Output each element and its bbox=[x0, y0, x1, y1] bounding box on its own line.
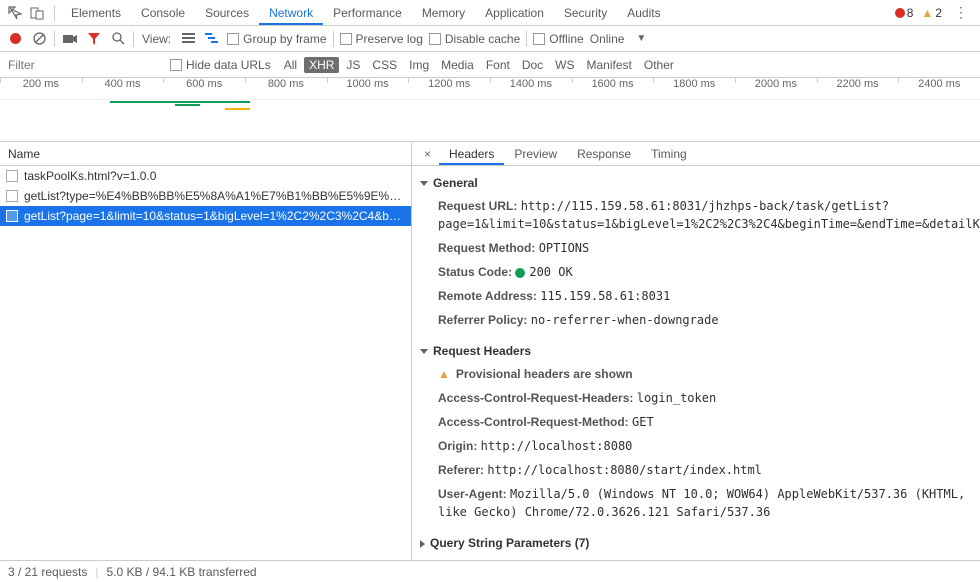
filter-type-other[interactable]: Other bbox=[639, 58, 679, 72]
filter-type-css[interactable]: CSS bbox=[367, 58, 402, 72]
timeline-tick: 2400 ms bbox=[898, 78, 980, 99]
devtools-tab-audits[interactable]: Audits bbox=[617, 1, 670, 25]
camera-icon[interactable] bbox=[61, 34, 79, 44]
referrer-policy-value: no-referrer-when-downgrade bbox=[531, 313, 719, 327]
close-detail-icon[interactable]: × bbox=[416, 147, 439, 161]
provisional-warning: Provisional headers are shown bbox=[456, 367, 633, 381]
timeline-tick: 1400 ms bbox=[490, 78, 572, 99]
file-icon bbox=[6, 210, 18, 222]
timeline-tick: 2000 ms bbox=[735, 78, 817, 99]
filter-type-xhr[interactable]: XHR bbox=[304, 57, 339, 73]
request-count: 3 / 21 requests bbox=[8, 565, 87, 579]
search-icon[interactable] bbox=[109, 32, 127, 45]
filter-type-ws[interactable]: WS bbox=[550, 58, 579, 72]
throttle-select[interactable]: Online bbox=[590, 32, 625, 46]
devtools-tab-performance[interactable]: Performance bbox=[323, 1, 412, 25]
timeline-tick: 1600 ms bbox=[572, 78, 654, 99]
detail-tab-response[interactable]: Response bbox=[567, 143, 641, 165]
devtools-tabs: ElementsConsoleSourcesNetworkPerformance… bbox=[0, 0, 980, 26]
view-label: View: bbox=[140, 32, 173, 46]
request-list: Name taskPoolKs.html?v=1.0.0 getList?type… bbox=[0, 142, 412, 560]
inspect-icon[interactable] bbox=[4, 2, 26, 24]
devtools-tab-sources[interactable]: Sources bbox=[195, 1, 259, 25]
devtools-tab-memory[interactable]: Memory bbox=[412, 1, 475, 25]
request-name: taskPoolKs.html?v=1.0.0 bbox=[24, 169, 156, 183]
view-waterfall-icon[interactable] bbox=[203, 33, 221, 44]
request-url-value: http://115.159.58.61:8031/jhzhps-back/ta… bbox=[438, 199, 980, 231]
warning-count-badge[interactable]: ▲2 bbox=[921, 6, 942, 20]
request-name: getList?page=1&limit=10&status=1&bigLeve… bbox=[24, 209, 405, 223]
hide-data-urls-checkbox[interactable] bbox=[170, 59, 182, 71]
device-toggle-icon[interactable] bbox=[26, 2, 48, 24]
warning-icon: ▲ bbox=[438, 367, 450, 381]
timeline-overview[interactable]: 200 ms400 ms600 ms800 ms1000 ms1200 ms14… bbox=[0, 78, 980, 142]
filter-input[interactable] bbox=[0, 54, 170, 76]
timeline-tick: 1000 ms bbox=[327, 78, 409, 99]
filter-type-img[interactable]: Img bbox=[404, 58, 434, 72]
filter-icon[interactable] bbox=[85, 33, 103, 45]
devtools-tab-security[interactable]: Security bbox=[554, 1, 617, 25]
timeline-tick: 1800 ms bbox=[653, 78, 735, 99]
request-row[interactable]: getList?page=1&limit=10&status=1&bigLeve… bbox=[0, 206, 411, 226]
filter-type-doc[interactable]: Doc bbox=[517, 58, 548, 72]
group-by-frame-checkbox[interactable]: Group by frame bbox=[227, 32, 326, 46]
error-count-badge[interactable]: 8 bbox=[895, 6, 914, 20]
timeline-tick: 800 ms bbox=[245, 78, 327, 99]
status-code-value: 200 OK bbox=[529, 265, 572, 279]
record-button[interactable] bbox=[6, 33, 24, 44]
network-toolbar: View: Group by frame Preserve log Disabl… bbox=[0, 26, 980, 52]
filter-type-manifest[interactable]: Manifest bbox=[582, 58, 637, 72]
remote-address-value: 115.159.58.61:8031 bbox=[540, 289, 670, 303]
request-name: getList?type=%E4%BB%BB%E5%8A%A1%E7%B1%BB… bbox=[24, 189, 405, 203]
devtools-tab-elements[interactable]: Elements bbox=[61, 1, 131, 25]
devtools-tab-console[interactable]: Console bbox=[131, 1, 195, 25]
query-string-section: Query String Parameters (7) bbox=[420, 532, 970, 554]
request-detail-pane: × HeadersPreviewResponseTiming General R… bbox=[412, 142, 980, 560]
query-string-header[interactable]: Query String Parameters (7) bbox=[420, 532, 970, 554]
status-dot-icon bbox=[515, 268, 525, 278]
preserve-log-checkbox[interactable]: Preserve log bbox=[340, 32, 423, 46]
detail-tab-preview[interactable]: Preview bbox=[504, 143, 567, 165]
status-bar: 3 / 21 requests | 5.0 KB / 94.1 KB trans… bbox=[0, 560, 980, 582]
timeline-tick: 400 ms bbox=[82, 78, 164, 99]
filter-type-all[interactable]: All bbox=[279, 58, 302, 72]
filter-type-media[interactable]: Media bbox=[436, 58, 479, 72]
request-method-value: OPTIONS bbox=[539, 241, 590, 255]
view-list-icon[interactable] bbox=[179, 33, 197, 44]
request-row[interactable]: getList?type=%E4%BB%BB%E5%8A%A1%E7%B1%BB… bbox=[0, 186, 411, 206]
detail-tab-timing[interactable]: Timing bbox=[641, 143, 697, 165]
name-column-header[interactable]: Name bbox=[0, 142, 411, 166]
disable-cache-checkbox[interactable]: Disable cache bbox=[429, 32, 520, 46]
transfer-size: 5.0 KB / 94.1 KB transferred bbox=[107, 565, 257, 579]
request-row[interactable]: taskPoolKs.html?v=1.0.0 bbox=[0, 166, 411, 186]
detail-tab-headers[interactable]: Headers bbox=[439, 143, 504, 165]
timeline-tick: 2200 ms bbox=[817, 78, 899, 99]
request-headers-section: Request Headers ▲ Provisional headers are… bbox=[420, 340, 970, 524]
throttle-chevron-icon[interactable]: ▼ bbox=[630, 33, 652, 44]
file-icon bbox=[6, 170, 18, 182]
devtools-tab-network[interactable]: Network bbox=[259, 1, 323, 25]
request-headers-header[interactable]: Request Headers bbox=[420, 340, 970, 362]
file-icon bbox=[6, 190, 18, 202]
more-menu-icon[interactable]: ⋮ bbox=[946, 4, 976, 21]
devtools-tab-application[interactable]: Application bbox=[475, 1, 554, 25]
timeline-tick: 200 ms bbox=[0, 78, 82, 99]
filter-type-js[interactable]: JS bbox=[341, 58, 365, 72]
filter-type-font[interactable]: Font bbox=[481, 58, 515, 72]
timeline-tick: 600 ms bbox=[163, 78, 245, 99]
offline-checkbox[interactable]: Offline bbox=[533, 32, 583, 46]
filter-bar: Hide data URLs AllXHRJSCSSImgMediaFontDo… bbox=[0, 52, 980, 78]
clear-icon[interactable] bbox=[30, 32, 48, 45]
timeline-tick: 1200 ms bbox=[408, 78, 490, 99]
general-header[interactable]: General bbox=[420, 172, 970, 194]
general-section: General Request URL: http://115.159.58.6… bbox=[420, 172, 970, 332]
